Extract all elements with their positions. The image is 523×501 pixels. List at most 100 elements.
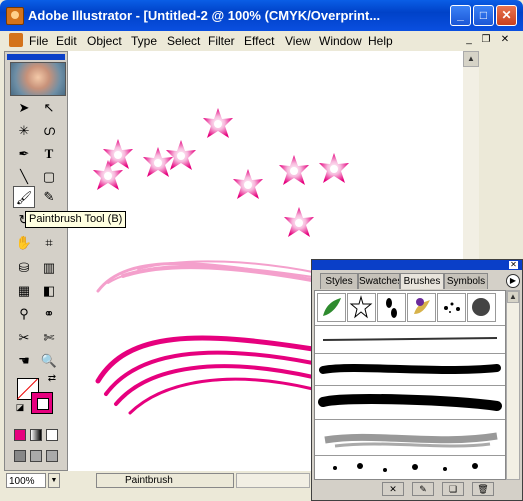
menu-effect[interactable]: Effect: [244, 34, 274, 48]
star-shape[interactable]: [284, 207, 314, 237]
default-colors-icon[interactable]: ◪: [13, 400, 27, 414]
tab-swatches[interactable]: Swatches: [358, 273, 400, 289]
menu-window[interactable]: Window: [319, 34, 362, 48]
gradient-tool-icon[interactable]: ◧: [38, 280, 60, 302]
menu-object[interactable]: Object: [87, 34, 122, 48]
brush-row-thick-ink[interactable]: [315, 385, 505, 420]
zoom-level-field[interactable]: 100%: [6, 473, 46, 488]
none-mode-icon[interactable]: [46, 429, 58, 441]
tab-styles[interactable]: Styles: [320, 273, 358, 289]
toolbox-title-bar[interactable]: [7, 54, 65, 60]
scroll-up-arrow-icon[interactable]: ▲: [463, 51, 479, 67]
tab-symbols[interactable]: Symbols: [444, 273, 488, 289]
magic-wand-tool-icon[interactable]: ✳: [13, 120, 35, 142]
slice-tool-icon[interactable]: ✂: [13, 327, 35, 349]
brush-options-button[interactable]: ✎: [412, 482, 434, 496]
menu-help[interactable]: Help: [368, 34, 393, 48]
status-bar: 100% ▼ Paintbrush: [4, 473, 310, 490]
full-screen-mode-icon[interactable]: [46, 450, 58, 462]
close-button[interactable]: ✕: [496, 5, 517, 26]
direct-selection-tool-icon[interactable]: ↖: [38, 97, 60, 119]
eyedropper-tool-icon[interactable]: ⚲: [13, 303, 35, 325]
canvas-vertical-scrollbar[interactable]: ▲: [463, 51, 479, 261]
maximize-button[interactable]: □: [473, 5, 494, 26]
panel-menu-arrow-icon[interactable]: ▶: [506, 274, 520, 288]
standard-screen-mode-icon[interactable]: [14, 450, 26, 462]
delete-brush-button[interactable]: 🗑: [472, 482, 494, 496]
symbol-sprayer-tool-icon[interactable]: ⛁: [13, 257, 35, 279]
illustrator-app-icon[interactable]: [6, 7, 24, 25]
toolbox: ➤ ↖ ✳ ഗ ✒ T ╲ ▢ 🖌 ✎ ↻ ⤢ ✋ ⌗ ⛁ ▥ ▦ ◧ ⚲ ⚭ …: [4, 51, 68, 471]
star-shape[interactable]: [203, 108, 233, 138]
illustrator-window: Adobe Illustrator - [Untitled-2 @ 100% (…: [0, 0, 523, 501]
panel-close-icon[interactable]: ✕: [509, 261, 518, 269]
panel-title-bar[interactable]: ✕: [312, 260, 522, 270]
gradient-mode-icon[interactable]: [30, 429, 42, 441]
canvas-horizontal-scrollbar[interactable]: [236, 473, 310, 488]
star-shape[interactable]: [233, 169, 263, 199]
star-shape[interactable]: [93, 160, 123, 190]
tab-brushes[interactable]: Brushes: [400, 273, 444, 289]
remove-brush-stroke-button[interactable]: ✕: [382, 482, 404, 496]
new-brush-button[interactable]: ❏: [442, 482, 464, 496]
pen-tool-icon[interactable]: ✒: [13, 143, 35, 165]
hand-tool-icon[interactable]: ☚: [13, 350, 35, 372]
line-tool-icon[interactable]: ╲: [13, 166, 35, 188]
panel-scroll-up-icon[interactable]: ▲: [507, 291, 519, 303]
zoom-tool-icon[interactable]: 🔍: [38, 350, 60, 372]
venus-logo-button[interactable]: [10, 62, 66, 96]
zoom-dropdown-arrow-icon[interactable]: ▼: [48, 473, 60, 488]
window-title: Adobe Illustrator - [Untitled-2 @ 100% (…: [28, 8, 381, 23]
panel-scrollbar[interactable]: ▲: [506, 290, 520, 480]
warp-tool-icon[interactable]: ✋: [13, 232, 35, 254]
brush-row-charcoal[interactable]: [315, 353, 505, 386]
type-tool-icon[interactable]: T: [38, 143, 60, 165]
menu-edit[interactable]: Edit: [56, 34, 77, 48]
menu-bar: File Edit Object Type Select Filter Effe…: [4, 31, 519, 51]
mesh-tool-icon[interactable]: ▦: [13, 280, 35, 302]
column-graph-tool-icon[interactable]: ▥: [38, 257, 60, 279]
footprint-brush-icon[interactable]: [377, 293, 406, 322]
menu-type[interactable]: Type: [131, 34, 157, 48]
selection-tool-icon[interactable]: ➤: [13, 97, 35, 119]
lasso-tool-icon[interactable]: ഗ: [38, 120, 60, 142]
star-shape[interactable]: [166, 140, 196, 170]
current-tool-status[interactable]: Paintbrush: [96, 473, 234, 488]
brushes-panel: ✕ Styles Swatches Brushes Symbols ▶ ▲ ✕ …: [311, 259, 523, 501]
free-transform-tool-icon[interactable]: ⌗: [38, 232, 60, 254]
brush-row-chalk-scribble[interactable]: [315, 419, 505, 456]
pencil-tool-icon[interactable]: ✎: [38, 186, 60, 208]
stroke-color-box[interactable]: [31, 392, 53, 414]
leaf-brush-icon[interactable]: [317, 293, 346, 322]
light-pink-brush-strokes[interactable]: [96, 260, 330, 293]
hot-pink-brush-strokes[interactable]: [95, 335, 316, 415]
rectangle-tool-icon[interactable]: ▢: [38, 166, 60, 188]
menu-select[interactable]: Select: [167, 34, 200, 48]
menu-view[interactable]: View: [285, 34, 311, 48]
swap-fill-stroke-icon[interactable]: ⇄: [45, 372, 59, 386]
color-mode-icon[interactable]: [14, 429, 26, 441]
document-icon[interactable]: [9, 33, 23, 47]
star-shape[interactable]: [279, 155, 309, 185]
ink-splatter-brush-icon[interactable]: [437, 293, 466, 322]
full-screen-menu-mode-icon[interactable]: [30, 450, 42, 462]
doc-minimize-button[interactable]: _: [461, 33, 477, 47]
scissors-tool-icon[interactable]: ✄: [38, 327, 60, 349]
panel-footer: ✕ ✎ ❏ 🗑: [314, 482, 520, 498]
brush-row-splash[interactable]: [315, 455, 505, 479]
title-bar[interactable]: Adobe Illustrator - [Untitled-2 @ 100% (…: [0, 0, 523, 31]
star-scatter-brush-icon[interactable]: [347, 293, 376, 322]
menu-filter[interactable]: Filter: [208, 34, 235, 48]
brush-library-list: [314, 290, 506, 480]
paintbrush-tooltip: Paintbrush Tool (B): [25, 211, 127, 228]
fleur-brush-icon[interactable]: [407, 293, 436, 322]
doc-close-button[interactable]: ✕: [497, 33, 513, 47]
paintbrush-tool-icon[interactable]: 🖌: [13, 186, 35, 208]
blend-tool-icon[interactable]: ⚭: [38, 303, 60, 325]
doc-restore-button[interactable]: ❐: [478, 33, 494, 47]
brush-row-thin-pencil[interactable]: [315, 325, 505, 354]
menu-file[interactable]: File: [29, 34, 48, 48]
star-shape[interactable]: [319, 153, 349, 183]
minimize-button[interactable]: _: [450, 5, 471, 26]
dry-ink-brush-icon[interactable]: [467, 293, 496, 322]
